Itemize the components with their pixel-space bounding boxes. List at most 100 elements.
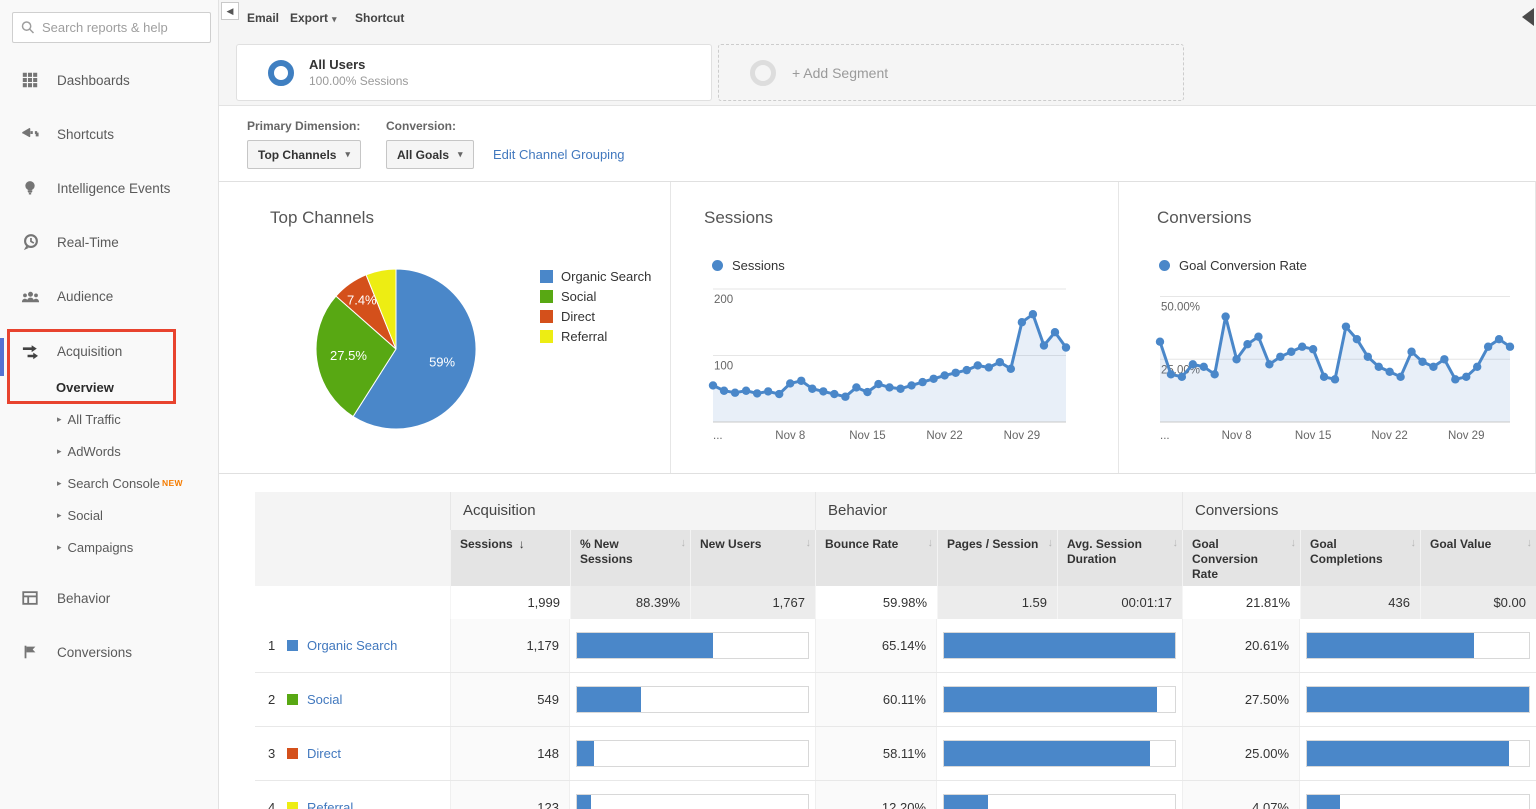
data-point [1385, 368, 1393, 376]
column-header-sessions[interactable]: Sessions↓ [450, 530, 570, 586]
sessions-legend: Sessions [712, 258, 785, 273]
conversion-dropdown[interactable]: All Goals▾ [386, 140, 474, 169]
column-header-avg-session-duration[interactable]: Avg. Session Duration↓ [1057, 530, 1182, 586]
chevron-left-icon: ◀ [227, 6, 234, 17]
channel-link[interactable]: Direct [307, 746, 341, 761]
data-point [1375, 363, 1383, 371]
data-point [1364, 353, 1372, 361]
channels-data-table: Acquisition Behavior Conversions Session… [255, 492, 1536, 809]
email-button[interactable]: Email [247, 11, 279, 25]
chevron-down-icon: ▾ [345, 149, 350, 160]
sidebar-item-label: Conversions [57, 645, 132, 660]
behavior-icon [20, 588, 40, 608]
group-corner-cell [255, 492, 450, 530]
data-point [1440, 355, 1448, 363]
sidebar-item-acquisition-overview[interactable]: Overview [56, 375, 176, 399]
channel-cell: 3 Direct [255, 727, 450, 780]
data-point [775, 390, 783, 398]
shortcut-button[interactable]: Shortcut [355, 11, 404, 25]
data-point [1462, 373, 1470, 381]
bar-track [576, 794, 809, 809]
column-header-goal-conversion-rate[interactable]: Goal Conversion Rate↓ [1182, 530, 1300, 586]
table-row: 1 Organic Search 1,179 65.14% 20.61% [255, 619, 1536, 673]
data-point [907, 381, 915, 389]
data-point [996, 358, 1004, 366]
chevron-down-icon: ▾ [458, 149, 463, 160]
sessions-value: 549 [450, 673, 570, 726]
sidebar-item-conversions[interactable]: Conversions [0, 639, 219, 665]
column-header-new-users[interactable]: New Users↓ [690, 530, 815, 586]
sidebar-item-adwords[interactable]: ▸AdWords [0, 439, 219, 463]
bounce-bar-cell [937, 673, 1182, 726]
column-header-goal-value[interactable]: Goal Value↓ [1420, 530, 1536, 586]
data-point [1276, 353, 1284, 361]
sidebar-item-behavior[interactable]: Behavior [0, 585, 219, 611]
pie-legend-item: Social [540, 286, 651, 306]
primary-dimension-dropdown[interactable]: Top Channels▾ [247, 140, 361, 169]
sidebar-item-campaigns[interactable]: ▸Campaigns [0, 535, 219, 559]
sidebar-item-shortcuts[interactable]: Shortcuts [0, 121, 219, 147]
data-line [1160, 317, 1510, 380]
collapse-sidebar-button[interactable]: ◀ [221, 2, 239, 20]
data-point [797, 377, 805, 385]
column-header-goal-completions[interactable]: Goal Completions↓ [1300, 530, 1420, 586]
sidebar-item-label: Dashboards [57, 73, 130, 88]
totals-value: $0.00 [1420, 586, 1536, 619]
sidebar-item-audience[interactable]: Audience [0, 283, 219, 309]
sessions-bar-cell [570, 727, 815, 780]
bounce-rate-value: 65.14% [815, 619, 937, 672]
totals-value: 1.59 [937, 586, 1057, 619]
data-point [1495, 335, 1503, 343]
data-point [885, 383, 893, 391]
sessions-bar-cell [570, 673, 815, 726]
channel-link[interactable]: Organic Search [307, 638, 397, 653]
data-point [830, 390, 838, 398]
sort-icon: ↓ [1048, 537, 1054, 551]
sort-icon: ↓ [681, 537, 687, 551]
collapse-panel-icon[interactable] [1522, 8, 1534, 26]
sidebar-item-dashboards[interactable]: Dashboards [0, 67, 219, 93]
data-point [951, 369, 959, 377]
data-point [1018, 318, 1026, 326]
sidebar-item-acquisition[interactable]: Acquisition [0, 338, 219, 364]
segment-donut-icon [268, 60, 294, 86]
search-input[interactable] [42, 20, 202, 35]
channel-link[interactable]: Referral [307, 800, 353, 809]
group-behavior: Behavior [815, 492, 1182, 530]
data-point [1051, 328, 1059, 336]
sidebar-item-real-time[interactable]: Real-Time [0, 229, 219, 255]
sidebar-item-search-console[interactable]: ▸Search ConsoleNEW [0, 471, 219, 495]
add-segment-button[interactable]: + Add Segment [718, 44, 1184, 101]
conversions-icon [20, 642, 40, 662]
table-row: 4 Referral 123 12.20% 4.07% [255, 781, 1536, 809]
bar-track [576, 686, 809, 713]
pie-legend: Organic SearchSocialDirectReferral [540, 266, 651, 346]
totals-value: 00:01:17 [1057, 586, 1182, 619]
sidebar-item-intelligence-events[interactable]: Intelligence Events [0, 175, 219, 201]
goal-bar-cell [1300, 673, 1536, 726]
y-axis-label: 200 [714, 294, 733, 306]
segment-all-users[interactable]: All Users 100.00% Sessions [236, 44, 712, 101]
column-header-bounce-rate[interactable]: Bounce Rate↓ [815, 530, 937, 586]
search-box[interactable] [12, 12, 211, 43]
sidebar-item-all-traffic[interactable]: ▸All Traffic [0, 407, 219, 431]
area-fill [1160, 317, 1510, 422]
export-button[interactable]: Export▾ [290, 11, 337, 25]
chevron-right-icon: ▸ [57, 446, 62, 457]
sort-icon: ↓ [806, 537, 812, 551]
data-point [1342, 322, 1350, 330]
bar-fill [1307, 795, 1340, 809]
bar-track [576, 632, 809, 659]
edit-channel-grouping-link[interactable]: Edit Channel Grouping [493, 147, 625, 162]
sidebar: Dashboards Shortcuts Intelligence Events… [0, 0, 219, 809]
panel-divider [670, 182, 671, 473]
column-header--new-sessions[interactable]: % New Sessions↓ [570, 530, 690, 586]
goal-bar-cell [1300, 619, 1536, 672]
channel-link[interactable]: Social [307, 692, 342, 707]
sidebar-item-social[interactable]: ▸Social [0, 503, 219, 527]
pie-legend-item: Referral [540, 326, 651, 346]
chevron-right-icon: ▸ [57, 478, 62, 489]
data-point [918, 378, 926, 386]
column-header-pages-session[interactable]: Pages / Session↓ [937, 530, 1057, 586]
legend-dot-icon [1159, 260, 1170, 271]
